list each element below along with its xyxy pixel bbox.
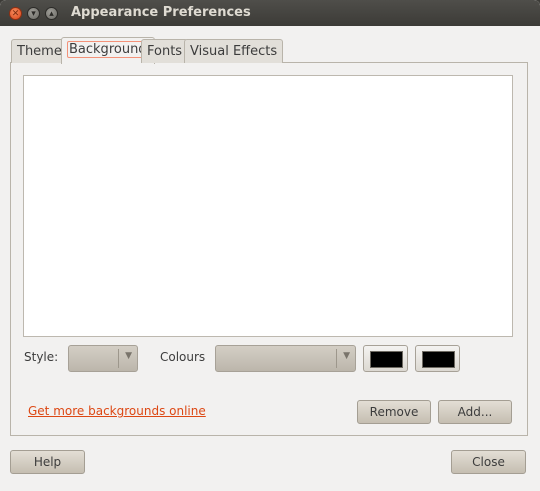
chevron-down-icon: ▼ <box>343 351 350 361</box>
wallpaper-list[interactable] <box>23 75 513 337</box>
appearance-preferences-window: ✕ ▾ ▴ Appearance Preferences Theme Backg… <box>0 0 540 491</box>
tab-visual-effects-label: Visual Effects <box>190 44 278 59</box>
colours-combo[interactable]: ▼ <box>215 345 356 372</box>
tab-fonts-label: Fonts <box>147 44 183 59</box>
chevron-down-icon: ▼ <box>125 351 132 361</box>
primary-colour-button[interactable] <box>363 345 408 372</box>
help-button[interactable]: Help <box>10 450 85 474</box>
colours-label: Colours <box>160 350 206 364</box>
style-combo-separator <box>118 349 119 368</box>
window-title: Appearance Preferences <box>71 5 251 20</box>
close-button[interactable]: Close <box>451 450 526 474</box>
title-bar[interactable]: ✕ ▾ ▴ Appearance Preferences <box>0 0 540 26</box>
remove-button[interactable]: Remove <box>357 400 431 424</box>
colours-combo-separator <box>336 349 337 368</box>
add-button[interactable]: Add... <box>438 400 512 424</box>
close-icon[interactable]: ✕ <box>9 7 22 20</box>
style-combo[interactable]: ▼ <box>68 345 138 372</box>
tab-theme[interactable]: Theme <box>11 39 68 63</box>
secondary-colour-swatch <box>422 351 455 368</box>
tab-visual-effects[interactable]: Visual Effects <box>184 39 284 63</box>
maximize-icon[interactable]: ▴ <box>45 7 58 20</box>
secondary-colour-button[interactable] <box>415 345 460 372</box>
style-label: Style: <box>24 350 59 364</box>
tab-fonts[interactable]: Fonts <box>141 39 189 63</box>
minimize-icon[interactable]: ▾ <box>27 7 40 20</box>
tab-theme-label: Theme <box>17 44 62 59</box>
tab-background-label: Background <box>67 41 149 58</box>
get-more-backgrounds-link[interactable]: Get more backgrounds online <box>28 404 206 418</box>
primary-colour-swatch <box>370 351 403 368</box>
